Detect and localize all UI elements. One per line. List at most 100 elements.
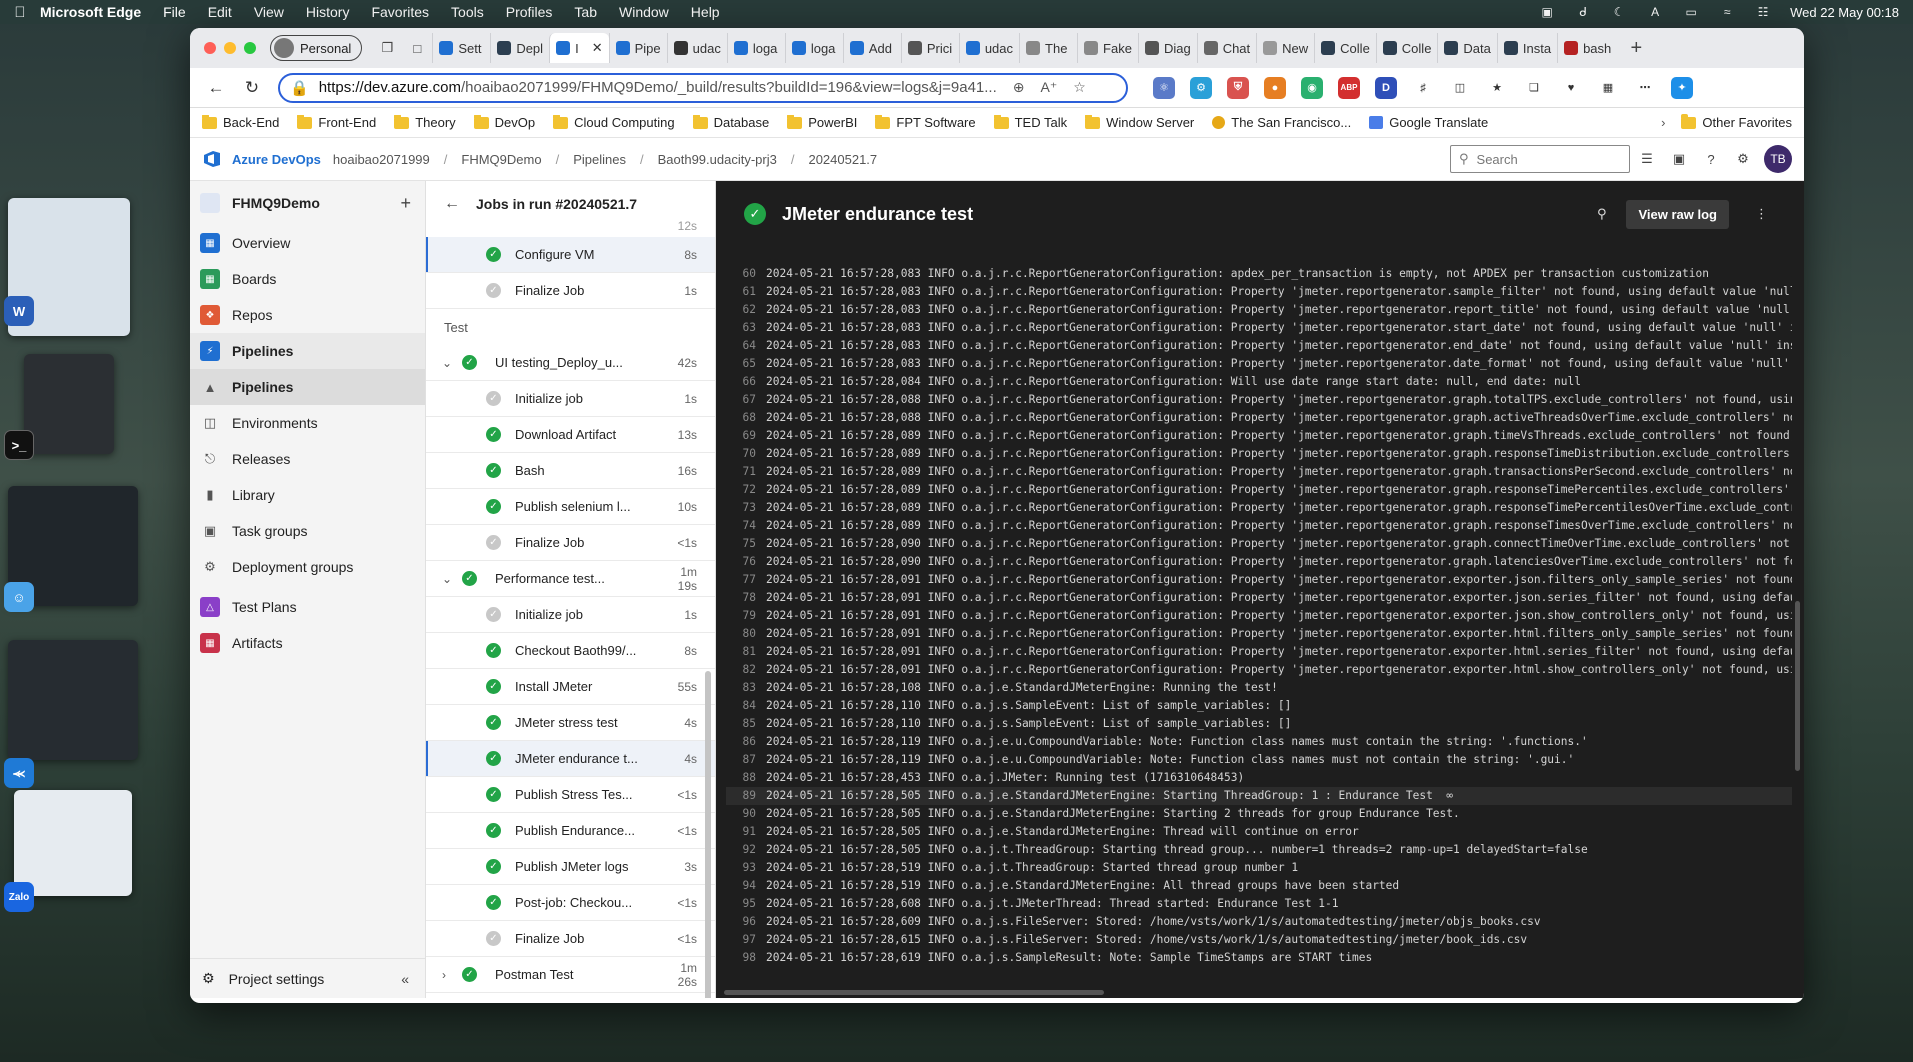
- sidebar-subitem-task-groups[interactable]: ▣ Task groups: [190, 513, 425, 549]
- sidebar-subitem-deployment-groups[interactable]: ⚙ Deployment groups: [190, 549, 425, 585]
- log-line[interactable]: 69 2024-05-21 16:57:28,089 INFO o.a.j.r.c…: [726, 427, 1792, 445]
- job-step-row[interactable]: ✓ Finalize Job <1s: [426, 525, 715, 561]
- wifi-icon[interactable]: ≈: [1718, 5, 1736, 19]
- browser-tab[interactable]: Add: [842, 33, 901, 63]
- log-line[interactable]: 90 2024-05-21 16:57:28,505 INFO o.a.j.e.S…: [726, 805, 1792, 823]
- log-line[interactable]: 93 2024-05-21 16:57:28,519 INFO o.a.j.t.T…: [726, 859, 1792, 877]
- browser-tab[interactable]: loga: [726, 33, 785, 63]
- extensions-puzzle-icon[interactable]: ♯: [1412, 76, 1434, 99]
- menu-history[interactable]: History: [306, 4, 350, 20]
- user-settings-icon[interactable]: ⚙: [1728, 151, 1758, 167]
- performance-icon[interactable]: ♥: [1560, 76, 1582, 99]
- browser-tab[interactable]: udac: [666, 33, 727, 63]
- log-line[interactable]: 97 2024-05-21 16:57:28,615 INFO o.a.j.s.F…: [726, 931, 1792, 949]
- job-step-row[interactable]: ✓ Finalize Job <1s: [426, 921, 715, 957]
- log-search-icon[interactable]: ⚲: [1597, 206, 1607, 222]
- browser-tab[interactable]: Pipe: [608, 33, 667, 63]
- focus-moon-icon[interactable]: ☾: [1610, 5, 1628, 19]
- browser-tab[interactable]: Diag: [1137, 33, 1197, 63]
- log-line[interactable]: 95 2024-05-21 16:57:28,608 INFO o.a.j.t.J…: [726, 895, 1792, 913]
- sidebar-subitem-library[interactable]: ▮ Library: [190, 477, 425, 513]
- breadcrumb-org[interactable]: hoaibao2071999: [333, 152, 430, 167]
- control-center-icon[interactable]: ☷: [1754, 5, 1772, 19]
- vscode-app-icon[interactable]: ⪻: [4, 758, 34, 788]
- add-icon[interactable]: +: [400, 193, 411, 214]
- browser-tab[interactable]: Prici: [900, 33, 959, 63]
- favorite-item[interactable]: Database: [692, 115, 769, 130]
- favorite-item[interactable]: TED Talk: [993, 115, 1067, 130]
- extension-icon[interactable]: ◉: [1301, 76, 1323, 99]
- breadcrumb-pipeline[interactable]: Baoth99.udacity-prj3: [658, 152, 777, 167]
- browser-tab[interactable]: Fake: [1077, 33, 1138, 63]
- log-line[interactable]: 75 2024-05-21 16:57:28,090 INFO o.a.j.r.c…: [726, 535, 1792, 553]
- copilot-icon[interactable]: ✦: [1671, 76, 1693, 99]
- menu-edit[interactable]: Edit: [208, 4, 232, 20]
- finder-app-icon[interactable]: ☺: [4, 582, 34, 612]
- back-icon[interactable]: ←: [198, 73, 234, 103]
- browser-tab[interactable]: loga: [784, 33, 843, 63]
- log-line[interactable]: 62 2024-05-21 16:57:28,083 INFO o.a.j.r.c…: [726, 301, 1792, 319]
- sidebar-item-artifacts[interactable]: ▦ Artifacts: [190, 625, 425, 661]
- menubar-app-name[interactable]: Microsoft Edge: [40, 4, 141, 20]
- notion-icon[interactable]: ▣: [1538, 5, 1556, 19]
- log-line[interactable]: 72 2024-05-21 16:57:28,089 INFO o.a.j.r.c…: [726, 481, 1792, 499]
- log-line[interactable]: 82 2024-05-21 16:57:28,091 INFO o.a.j.r.c…: [726, 661, 1792, 679]
- job-step-row[interactable]: ✓ Bash 16s: [426, 453, 715, 489]
- read-aloud-icon[interactable]: A⁺: [1041, 79, 1058, 96]
- chevron-right-icon[interactable]: ›: [1661, 115, 1665, 130]
- task-list-icon[interactable]: ☰: [1632, 151, 1662, 167]
- sidebar-item-boards[interactable]: ▦ Boards: [190, 261, 425, 297]
- desktop-window-thumbnail[interactable]: [24, 354, 114, 454]
- desktop-window-thumbnail[interactable]: [14, 790, 132, 896]
- menu-favorites[interactable]: Favorites: [371, 4, 429, 20]
- browser-tab[interactable]: New: [1256, 33, 1314, 63]
- other-favorites[interactable]: Other Favorites: [1681, 113, 1792, 130]
- log-line[interactable]: 67 2024-05-21 16:57:28,088 INFO o.a.j.r.c…: [726, 391, 1792, 409]
- favorite-item[interactable]: DevOp: [473, 115, 535, 130]
- log-vertical-scrollbar[interactable]: [1795, 601, 1800, 771]
- log-line[interactable]: 88 2024-05-21 16:57:28,453 INFO o.a.j.JMe…: [726, 769, 1792, 787]
- adblock-icon[interactable]: ABP: [1338, 76, 1360, 99]
- job-row[interactable]: ⌄ ✓ Performance test... 1m 19s: [426, 561, 715, 597]
- menu-profiles[interactable]: Profiles: [506, 4, 553, 20]
- favorite-item[interactable]: PowerBI: [787, 115, 857, 130]
- browser-tab[interactable]: The: [1019, 33, 1077, 63]
- log-line[interactable]: 63 2024-05-21 16:57:28,083 INFO o.a.j.r.c…: [726, 319, 1792, 337]
- menu-view[interactable]: View: [254, 4, 284, 20]
- job-step-row[interactable]: ✓ Download Artifact 13s: [426, 417, 715, 453]
- desktop-window-thumbnail[interactable]: [8, 640, 138, 760]
- menu-tools[interactable]: Tools: [451, 4, 484, 20]
- collapse-sidebar-icon[interactable]: «: [401, 971, 409, 987]
- job-step-row[interactable]: ✓ Publish Stress Tes... <1s: [426, 777, 715, 813]
- brand-name[interactable]: Azure DevOps: [232, 152, 321, 167]
- breadcrumb-project[interactable]: FHMQ9Demo: [461, 152, 541, 167]
- browser-tab[interactable]: Data: [1437, 33, 1496, 63]
- more-menu-icon[interactable]: ⋯: [1634, 76, 1656, 99]
- new-tab-icon[interactable]: +: [1621, 34, 1651, 62]
- favorite-item[interactable]: Google Translate: [1369, 115, 1488, 130]
- extension-icon[interactable]: ●: [1264, 76, 1286, 99]
- job-row[interactable]: ⌄ ✓ UI testing_Deploy_u... 42s: [426, 345, 715, 381]
- sidebar-subitem-environments[interactable]: ◫ Environments: [190, 405, 425, 441]
- browser-tab[interactable]: Insta: [1496, 33, 1557, 63]
- log-line[interactable]: 80 2024-05-21 16:57:28,091 INFO o.a.j.r.c…: [726, 625, 1792, 643]
- log-line[interactable]: 66 2024-05-21 16:57:28,084 INFO o.a.j.r.c…: [726, 373, 1792, 391]
- profile-button[interactable]: Personal: [270, 35, 363, 61]
- marketplace-bag-icon[interactable]: ▣: [1664, 151, 1694, 167]
- chevron-down-icon[interactable]: ⌄: [442, 572, 462, 586]
- log-line[interactable]: 86 2024-05-21 16:57:28,119 INFO o.a.j.e.u…: [726, 733, 1792, 751]
- log-line[interactable]: 77 2024-05-21 16:57:28,091 INFO o.a.j.r.c…: [726, 571, 1792, 589]
- zoom-icon[interactable]: ⊕: [1013, 79, 1025, 96]
- log-line[interactable]: 73 2024-05-21 16:57:28,089 INFO o.a.j.r.c…: [726, 499, 1792, 517]
- log-line[interactable]: 70 2024-05-21 16:57:28,089 INFO o.a.j.r.c…: [726, 445, 1792, 463]
- breadcrumb-pipelines[interactable]: Pipelines: [573, 152, 626, 167]
- favorite-item[interactable]: Cloud Computing: [553, 115, 675, 130]
- apple-icon[interactable]: : [0, 4, 40, 21]
- terminal-app-icon[interactable]: >_: [4, 430, 34, 460]
- browser-tab[interactable]: Sett: [432, 33, 490, 63]
- log-line[interactable]: 60 2024-05-21 16:57:28,083 INFO o.a.j.r.c…: [726, 265, 1792, 283]
- job-step-row[interactable]: ✓ Checkout Baoth99/... 8s: [426, 633, 715, 669]
- job-step-row[interactable]: ✓ Initialize job 1s: [426, 381, 715, 417]
- job-step-row[interactable]: ✓ Publish JMeter logs 3s: [426, 849, 715, 885]
- browser-tab[interactable]: Colle: [1314, 33, 1376, 63]
